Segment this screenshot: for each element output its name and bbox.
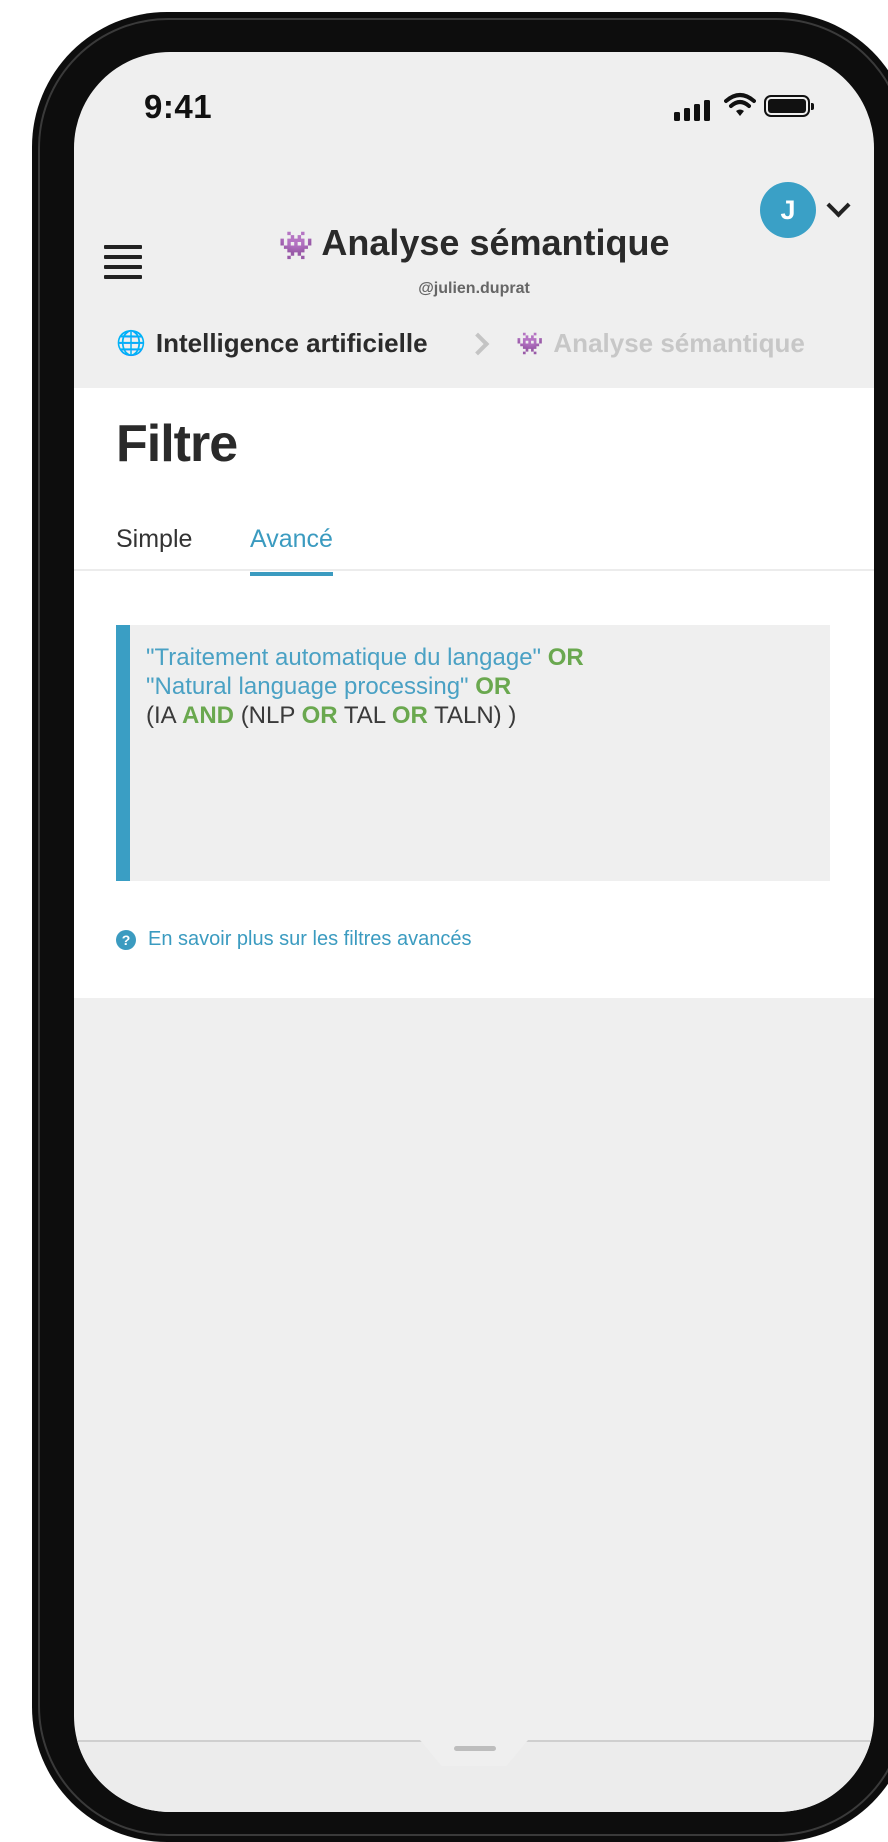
status-time: 9:41 <box>144 88 213 125</box>
filter-panel: Filtre Simple Avancé "Traitement automat… <box>74 388 874 998</box>
breadcrumb-label: Analyse sémantique <box>553 328 805 358</box>
chevron-right-icon <box>466 332 490 356</box>
wifi-icon <box>724 93 756 116</box>
query-term: (IA <box>146 702 176 729</box>
space-invader-icon: 👾 <box>278 230 314 261</box>
query-term: TALN) ) <box>434 702 517 729</box>
status-bar: 9:41 <box>74 52 874 162</box>
help-link[interactable]: ? En savoir plus sur les filtres avancés <box>116 928 471 951</box>
tab-advanced[interactable]: Avancé <box>250 525 333 576</box>
signal-icon <box>674 100 710 121</box>
battery-icon <box>764 95 814 117</box>
query-operator: OR <box>547 644 584 671</box>
avatar[interactable]: J <box>760 182 816 238</box>
home-indicator-bar <box>74 1740 874 1812</box>
breadcrumb-item-analyse-semantique: 👾 Analyse sémantique <box>516 328 805 359</box>
help-link-text: En savoir plus sur les filtres avancés <box>148 928 472 950</box>
query-string: "Traitement automatique du langage" <box>146 644 542 671</box>
advanced-query-editor[interactable]: "Traitement automatique du langage" OR "… <box>116 625 830 881</box>
home-indicator[interactable] <box>454 1746 496 1751</box>
breadcrumb: 🌐 Intelligence artificielle 👾 Analyse sé… <box>74 298 874 388</box>
filter-tabs: Simple Avancé <box>74 513 874 576</box>
globe-icon: 🌐 <box>116 330 146 357</box>
breadcrumb-item-intelligence-artificielle[interactable]: 🌐 Intelligence artificielle <box>116 328 428 359</box>
query-operator: AND <box>182 702 235 729</box>
app-screen: 9:41 👾 Analyse sémantique @julien.duprat … <box>74 52 874 1812</box>
query-operator: OR <box>301 702 338 729</box>
query-term: (NLP <box>240 702 295 729</box>
breadcrumb-label: Intelligence artificielle <box>155 328 428 358</box>
filter-title: Filtre <box>116 415 238 473</box>
account-handle: @julien.duprat <box>418 280 530 297</box>
query-operator: OR <box>391 702 428 729</box>
question-icon: ? <box>116 929 136 950</box>
query-operator: OR <box>475 673 512 700</box>
page-title: 👾 Analyse sémantique <box>74 222 874 264</box>
tab-simple[interactable]: Simple <box>116 525 192 554</box>
space-invader-icon: 👾 <box>516 330 544 356</box>
app-header: 👾 Analyse sémantique @julien.duprat <box>74 162 874 297</box>
page-title-text: Analyse sémantique <box>321 222 670 263</box>
query-string: "Natural language processing" <box>146 673 469 700</box>
query-term: TAL <box>343 702 386 729</box>
bottom-notch <box>420 1740 528 1766</box>
